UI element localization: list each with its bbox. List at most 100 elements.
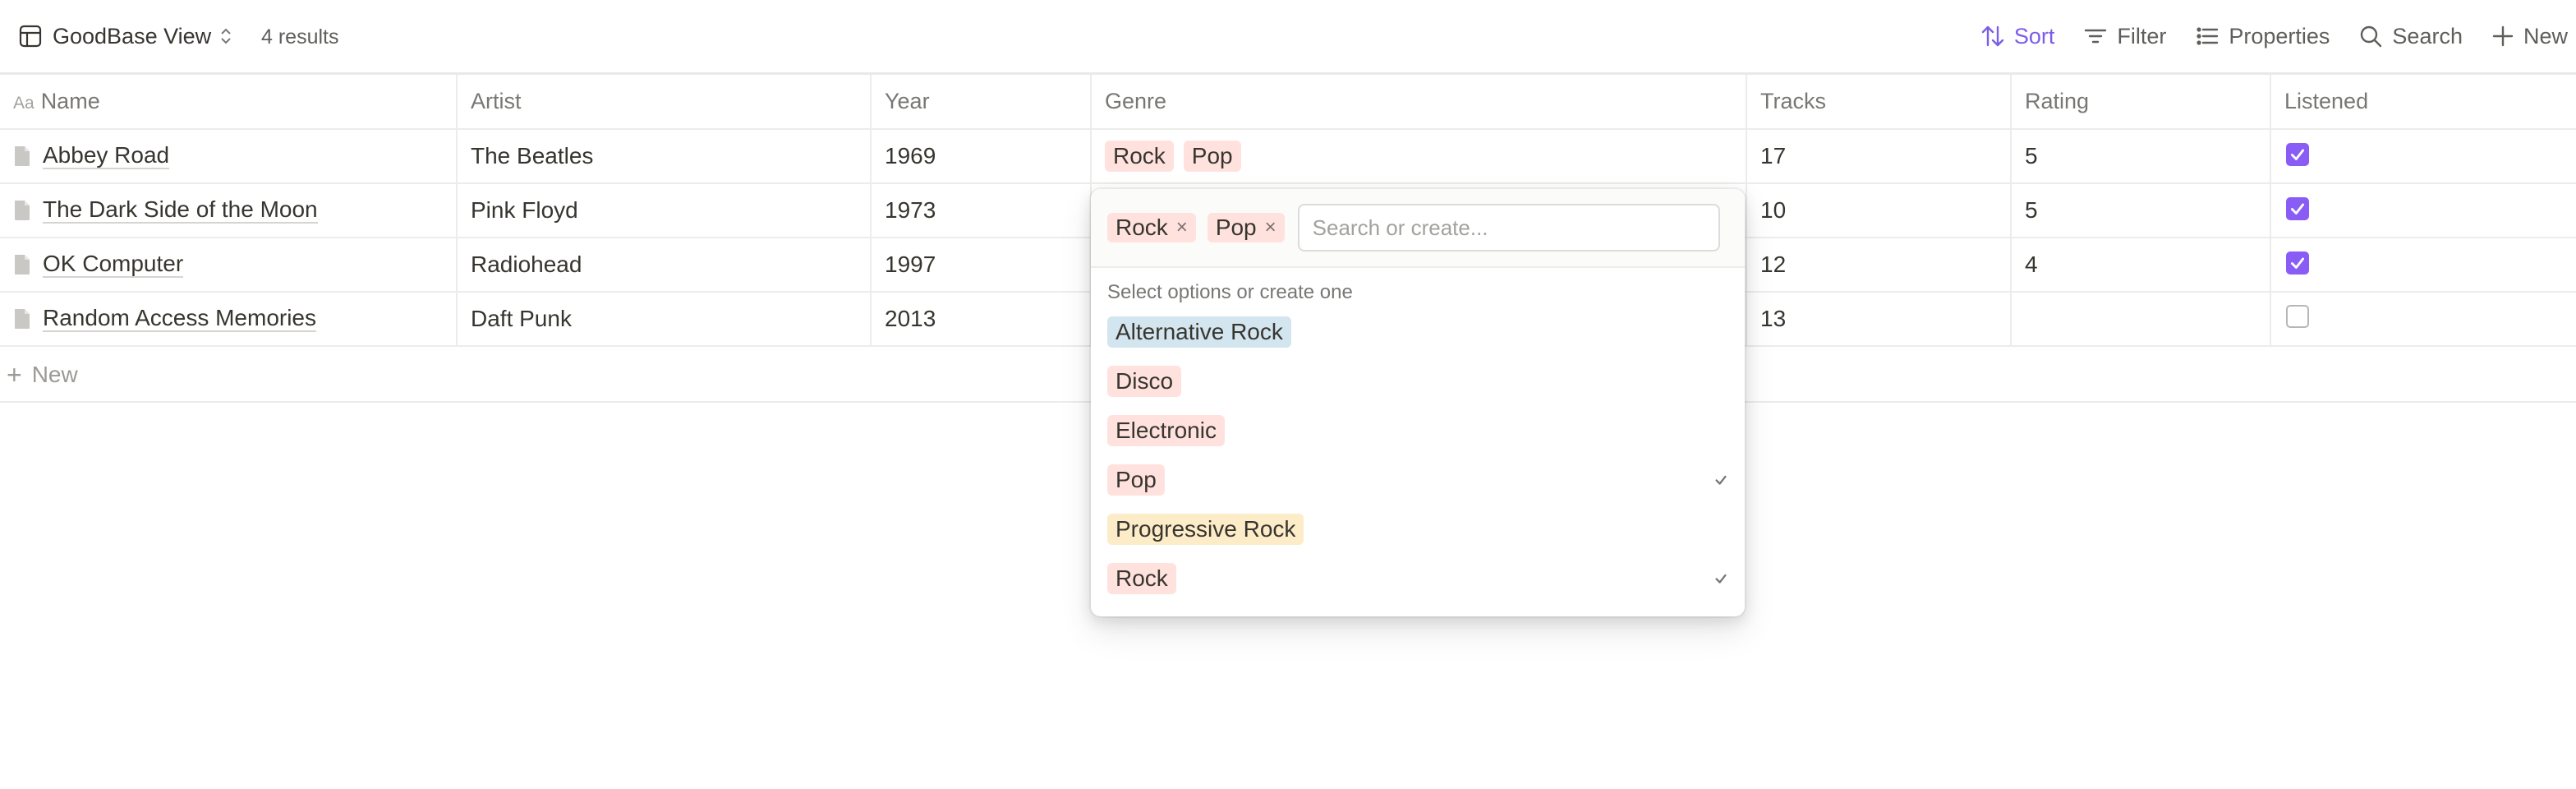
cell-listened[interactable] [2270,238,2576,293]
album-name[interactable]: OK Computer [43,251,184,279]
option-search-input[interactable] [1297,204,1720,251]
cell-name[interactable]: Random Access Memories [0,292,458,347]
cell-listened[interactable] [2270,183,2576,238]
page-icon [15,308,30,329]
cell-tracks[interactable]: 10 [1746,183,2012,238]
cell-tracks[interactable]: 12 [1746,238,2012,293]
checkmark-icon [1715,475,1727,485]
view-switcher[interactable]: GoodBase View [18,20,232,53]
cell-rating[interactable] [2011,292,2271,347]
genre-select-popup: Rock × Pop × Select options or create one A… [1091,189,1745,616]
cell-year[interactable]: 1969 [871,129,1092,184]
cell-listened[interactable] [2270,292,2576,347]
album-name[interactable]: Random Access Memories [43,305,317,333]
column-header-listened[interactable]: Listened [2270,74,2576,130]
filter-label: Filter [2117,23,2167,48]
cell-year[interactable]: 2013 [871,292,1092,347]
listened-checkbox[interactable] [2286,143,2309,166]
column-label: Tracks [1760,88,1826,113]
properties-label: Properties [2229,23,2330,48]
new-label: New [2523,23,2568,48]
view-title: GoodBase View [53,23,212,48]
selected-tags-bar: Rock × Pop × [1091,189,1745,268]
listened-checkbox[interactable] [2286,251,2309,275]
cell-tracks-text: 13 [1760,306,1787,331]
cell-tracks-text: 12 [1760,251,1787,277]
option-item[interactable]: Pop [1091,455,1745,505]
selected-tag-label: Pop [1215,215,1257,240]
cell-listened[interactable] [2270,129,2576,184]
name-cell-content: OK Computer [13,251,443,279]
column-header-year[interactable]: Year [871,74,1092,130]
cell-name[interactable]: OK Computer [0,238,458,293]
cell-tracks[interactable]: 17 [1746,129,2012,184]
listened-checkbox[interactable] [2286,304,2309,328]
properties-button[interactable]: Properties [2194,23,2330,49]
column-header-artist[interactable]: Artist [457,74,872,130]
album-name[interactable]: Abbey Road [43,142,170,170]
cell-rating-text: 5 [2025,197,2038,223]
cell-artist-text: Radiohead [471,251,582,277]
option-item[interactable]: Alternative Rock [1091,307,1745,357]
genre-tag: Pop [1183,141,1241,172]
cell-rating-text: 4 [2025,251,2038,277]
new-button[interactable]: New [2491,24,2568,49]
option-tag: Electronic [1107,415,1225,446]
page-icon [15,200,30,220]
search-icon [2361,25,2382,48]
cell-artist[interactable]: Radiohead [457,238,872,293]
cell-artist-text: Pink Floyd [471,197,578,223]
cell-genre[interactable]: Rock Pop [1091,129,1747,184]
cell-tracks[interactable]: 13 [1746,292,2012,347]
table-header-row: Aa Name Artist Year Genre Tracks Rating L… [0,74,2576,130]
options-hint: Select options or create one [1107,281,1353,303]
cell-year-text: 2013 [885,306,936,331]
column-header-rating[interactable]: Rating [2011,74,2271,130]
cell-year-text: 1997 [885,251,936,277]
option-list: Alternative Rock Disco Electronic Pop Progre… [1091,307,1745,603]
option-tag: Alternative Rock [1107,316,1291,348]
cell-artist-text: The Beatles [471,143,594,168]
cell-year-text: 1969 [885,143,936,168]
cell-rating[interactable]: 5 [2011,129,2271,184]
sort-button[interactable]: Sort [1980,23,2054,49]
column-header-tracks[interactable]: Tracks [1746,74,2012,130]
cell-name[interactable]: Abbey Road [0,129,458,184]
text-property-icon: Aa [13,93,34,113]
name-cell-content: The Dark Side of the Moon [13,196,443,224]
filter-button[interactable]: Filter [2082,23,2166,49]
option-item[interactable]: Electronic [1091,406,1745,455]
cell-name[interactable]: The Dark Side of the Moon [0,183,458,238]
plus-icon: + [7,359,22,390]
cell-year[interactable]: 1997 [871,238,1092,293]
option-item[interactable]: Progressive Rock [1091,505,1745,554]
remove-x-icon[interactable]: × [1176,216,1188,239]
album-name[interactable]: The Dark Side of the Moon [43,196,318,224]
toolbar: GoodBase View 4 results Sort Filter Prop… [0,0,2576,75]
genre-tag: Rock [1105,141,1174,172]
cell-artist[interactable]: The Beatles [457,129,872,184]
column-header-genre[interactable]: Genre [1091,74,1747,130]
option-item[interactable]: Rock [1091,554,1745,603]
add-row-label: New [31,362,78,387]
cell-artist[interactable]: Pink Floyd [457,183,872,238]
name-cell-content: Abbey Road [13,142,443,170]
filter-icon [2085,29,2107,44]
option-tag: Progressive Rock [1107,514,1304,545]
cell-tracks-text: 17 [1760,143,1787,168]
listened-checkbox[interactable] [2286,197,2309,220]
remove-x-icon[interactable]: × [1265,216,1276,239]
option-tag: Rock [1107,563,1176,594]
cell-rating[interactable]: 4 [2011,238,2271,293]
column-label: Year [885,88,930,113]
toolbar-actions: Sort Filter Properties Search New [1980,20,2576,53]
option-item[interactable]: Disco [1091,357,1745,406]
column-header-name[interactable]: Aa Name [0,74,458,130]
cell-artist[interactable]: Daft Punk [457,292,872,347]
cell-tracks-text: 10 [1760,197,1787,223]
checkmark-icon [2290,203,2305,215]
cell-rating[interactable]: 5 [2011,183,2271,238]
search-button[interactable]: Search [2358,23,2463,49]
cell-year[interactable]: 1973 [871,183,1092,238]
column-label: Name [40,88,100,113]
